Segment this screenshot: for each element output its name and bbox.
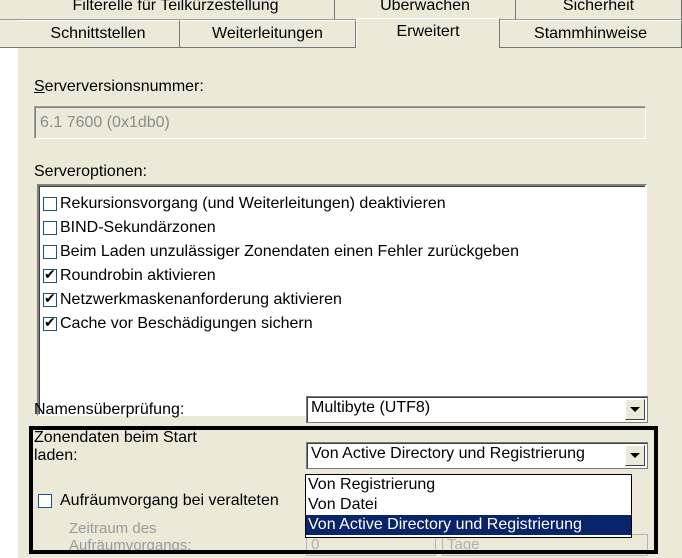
chevron-down-icon (630, 453, 640, 458)
option-round-robin-checkbox[interactable] (43, 267, 57, 283)
option-recursion[interactable]: Rekursionsvorgang (und Weiterleitungen) … (43, 193, 446, 215)
option-bind-secondaries[interactable]: BIND-Sekundärzonen (43, 217, 216, 239)
option-netmask-ordering-label: Netzwerkmaskenanforderung aktivieren (60, 291, 342, 308)
option-netmask-ordering-checkbox[interactable] (43, 291, 57, 307)
zone-load-label-line2: laden: (34, 447, 78, 464)
name-check-select[interactable]: Multibyte (UTF8) (306, 396, 648, 423)
scavenging-checkbox[interactable] (38, 494, 52, 508)
option-bind-secondaries-label: BIND-Sekundärzonen (60, 219, 216, 236)
option-secure-cache-checkbox[interactable] (43, 315, 57, 331)
zone-load-label-line1: Zonendaten beim Start (34, 429, 197, 446)
tab-erweitert[interactable]: Erweitert (356, 18, 500, 48)
scavenging-period-label-line2: Aufräumvorgangs: (69, 537, 192, 554)
option-fail-on-load-checkbox[interactable] (43, 245, 57, 259)
zone-load-option-registry[interactable]: Von Registrierung (306, 475, 631, 495)
option-bind-secondaries-checkbox[interactable] (43, 221, 57, 235)
scavenging-option[interactable]: Aufräumvorgang bei veralteten (38, 490, 279, 512)
server-version-label: Serverversionsnummer: (34, 78, 204, 96)
tab-back-2[interactable]: Sicherheit (516, 0, 682, 20)
tab-row-front: Schnittstellen Weiterleitungen Erweitert… (0, 18, 682, 48)
server-version-field: 6.1 7600 (0x1db0) (34, 106, 646, 139)
zone-load-label: Zonendaten beim Start laden: (34, 429, 197, 465)
option-fail-on-load[interactable]: Beim Laden unzulässiger Zonendaten einen… (43, 241, 519, 263)
server-version-hotkey: S (34, 78, 45, 95)
tab-row-back: Filterelle für Teilkürzestellung Überwac… (0, 0, 682, 20)
tab-back-0[interactable]: Filterelle für Teilkürzestellung (17, 0, 335, 20)
option-fail-on-load-label: Beim Laden unzulässiger Zonendaten einen… (60, 243, 519, 260)
zone-load-option-ad-registry[interactable]: Von Active Directory und Registrierung (306, 515, 631, 535)
zone-load-value: Von Active Directory und Registrierung (311, 445, 585, 462)
zone-load-dropdown-button[interactable] (625, 445, 645, 466)
server-options-list[interactable]: Rekursionsvorgang (und Weiterleitungen) … (37, 184, 647, 416)
server-version-label-text: erverversionsnummer: (44, 78, 204, 95)
name-check-value: Multibyte (UTF8) (311, 399, 431, 416)
scavenging-label: Aufräumvorgang bei veralteten (60, 492, 279, 509)
server-options-label: Serveroptionen: (34, 163, 147, 180)
chevron-down-icon (630, 407, 640, 412)
option-round-robin-label: Roundrobin aktivieren (60, 267, 216, 284)
name-check-dropdown-button[interactable] (625, 399, 645, 420)
option-secure-cache-label: Cache vor Beschädigungen sichern (60, 315, 313, 332)
option-recursion-checkbox[interactable] (43, 197, 57, 211)
tab-weiterleitungen[interactable]: Weiterleitungen (180, 20, 356, 48)
zone-load-option-file[interactable]: Von Datei (306, 495, 631, 515)
option-round-robin[interactable]: Roundrobin aktivieren (43, 265, 216, 287)
option-secure-cache[interactable]: Cache vor Beschädigungen sichern (43, 313, 313, 335)
zone-load-dropdown-list[interactable]: Von Registrierung Von Datei Von Active D… (305, 474, 632, 538)
zone-load-select[interactable]: Von Active Directory und Registrierung (306, 442, 648, 469)
scavenging-period-label: Zeitraum des Aufräumvorgangs: (69, 520, 192, 554)
tab-stammhinweise[interactable]: Stammhinweise (500, 20, 682, 48)
name-check-label: Namensüberprüfung: (34, 401, 185, 418)
tab-schnittstellen[interactable]: Schnittstellen (17, 20, 180, 48)
scavenging-period-label-line1: Zeitraum des (69, 520, 157, 537)
option-recursion-label: Rekursionsvorgang (und Weiterleitungen) … (60, 195, 446, 212)
tab-back-1[interactable]: Überwachen (335, 0, 516, 20)
option-netmask-ordering[interactable]: Netzwerkmaskenanforderung aktivieren (43, 289, 342, 311)
